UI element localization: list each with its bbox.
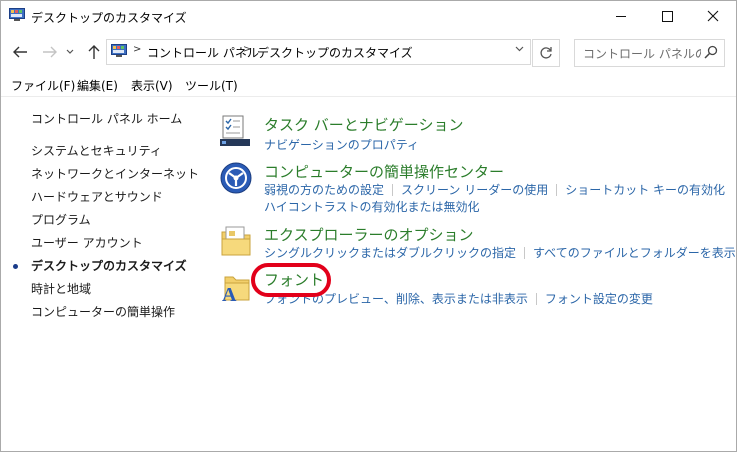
link-divider <box>524 247 526 259</box>
control-panel-window: デスクトップのカスタマイズ > コントロール パネル > デスクトップのカスタマ… <box>0 0 737 452</box>
forward-arrow-icon <box>43 46 57 58</box>
control-panel-app-icon <box>9 8 25 21</box>
search-box[interactable]: コントロール パネルの検... <box>574 39 725 67</box>
forward-button[interactable] <box>39 42 61 62</box>
category-title-file-explorer-options[interactable]: エクスプローラーのオプション <box>264 224 474 245</box>
minimize-icon <box>616 15 626 17</box>
category-links-ease-row1: 弱視の方のための設定 スクリーン リーダーの使用 ショートカット キーの有効化 <box>264 181 725 198</box>
breadcrumb-separator-icon[interactable]: > <box>243 44 251 55</box>
link-divider <box>535 293 537 305</box>
minimize-button[interactable] <box>598 1 644 31</box>
navigation-bar: > コントロール パネル > デスクトップのカスタマイズ コントロール パネルの… <box>1 34 736 70</box>
back-button[interactable] <box>9 42 31 62</box>
refresh-icon <box>540 47 552 59</box>
nav-hardware-sound[interactable]: ハードウェアとサウンド <box>31 188 163 205</box>
close-button[interactable] <box>690 1 736 31</box>
fonts-icon: A <box>222 276 250 303</box>
link-font-settings[interactable]: フォント設定の変更 <box>545 292 653 306</box>
menu-view[interactable]: 表示(V) <box>131 77 173 94</box>
nav-clock-region[interactable]: 時計と地域 <box>31 280 91 297</box>
close-icon <box>707 10 719 22</box>
up-button[interactable] <box>83 42 105 62</box>
nav-desktop-customization[interactable]: デスクトップのカスタマイズ <box>31 257 187 274</box>
link-single-double-click[interactable]: シングルクリックまたはダブルクリックの指定 <box>264 246 516 260</box>
highlight-annotation <box>251 263 331 297</box>
chevron-down-icon <box>66 49 74 54</box>
link-divider <box>392 184 394 196</box>
menu-tools[interactable]: ツール(T) <box>185 77 238 94</box>
breadcrumb-separator-icon[interactable]: > <box>133 44 141 55</box>
category-title-ease-of-access[interactable]: コンピューターの簡単操作センター <box>264 161 504 182</box>
address-dropdown-icon[interactable] <box>515 44 524 55</box>
link-high-contrast[interactable]: ハイコントラストの有効化または無効化 <box>264 200 480 214</box>
maximize-icon <box>661 10 673 22</box>
link-divider <box>556 184 558 196</box>
menu-edit[interactable]: 編集(E) <box>77 77 118 94</box>
link-navigation-properties[interactable]: ナビゲーションのプロパティ <box>264 138 419 152</box>
refresh-button[interactable] <box>532 39 560 67</box>
link-show-hidden-files[interactable]: すべてのファイルとフォルダーを表示 <box>533 246 736 260</box>
nav-ease-of-access[interactable]: コンピューターの簡単操作 <box>31 303 175 320</box>
nav-programs[interactable]: プログラム <box>31 211 91 228</box>
category-links-file-explorer: シングルクリックまたはダブルクリックの指定 すべてのファイルとフォルダーを表示 <box>264 244 736 261</box>
category-links-ease-row2: ハイコントラストの有効化または無効化 <box>264 198 480 215</box>
nav-user-accounts[interactable]: ユーザー アカウント <box>31 234 143 251</box>
back-arrow-icon <box>13 46 27 58</box>
svg-text:A: A <box>222 284 237 303</box>
control-panel-icon <box>111 44 127 57</box>
menu-file[interactable]: ファイル(F) <box>11 77 75 94</box>
link-shortcut-keys[interactable]: ショートカット キーの有効化 <box>565 183 725 197</box>
up-arrow-icon <box>88 45 100 59</box>
ease-of-access-icon <box>220 162 252 194</box>
maximize-button[interactable] <box>644 1 690 31</box>
nav-network-internet[interactable]: ネットワークとインターネット <box>31 165 199 182</box>
link-screen-reader[interactable]: スクリーン リーダーの使用 <box>401 183 548 197</box>
category-title-taskbar[interactable]: タスク バーとナビゲーション <box>264 114 463 135</box>
title-bar: デスクトップのカスタマイズ <box>1 1 736 31</box>
category-links-taskbar: ナビゲーションのプロパティ <box>264 136 419 153</box>
menu-bar: ファイル(F) 編集(E) 表示(V) ツール(T) <box>1 73 736 95</box>
search-placeholder[interactable]: コントロール パネルの検... <box>583 45 701 62</box>
breadcrumb-current[interactable]: デスクトップのカスタマイズ <box>257 44 413 61</box>
nav-control-panel-home[interactable]: コントロール パネル ホーム <box>31 110 182 127</box>
address-bar[interactable]: > コントロール パネル > デスクトップのカスタマイズ <box>106 39 531 65</box>
folder-options-icon <box>221 226 251 256</box>
search-icon[interactable] <box>704 45 718 59</box>
current-item-bullet-icon <box>13 264 18 269</box>
recent-locations-button[interactable] <box>63 42 77 62</box>
taskbar-icon <box>220 115 250 146</box>
window-title: デスクトップのカスタマイズ <box>31 11 187 25</box>
left-navigation-pane: コントロール パネル ホーム システムとセキュリティ ネットワークとインターネッ… <box>1 97 201 451</box>
nav-system-security[interactable]: システムとセキュリティ <box>31 142 162 159</box>
link-low-vision-settings[interactable]: 弱視の方のための設定 <box>264 183 384 197</box>
